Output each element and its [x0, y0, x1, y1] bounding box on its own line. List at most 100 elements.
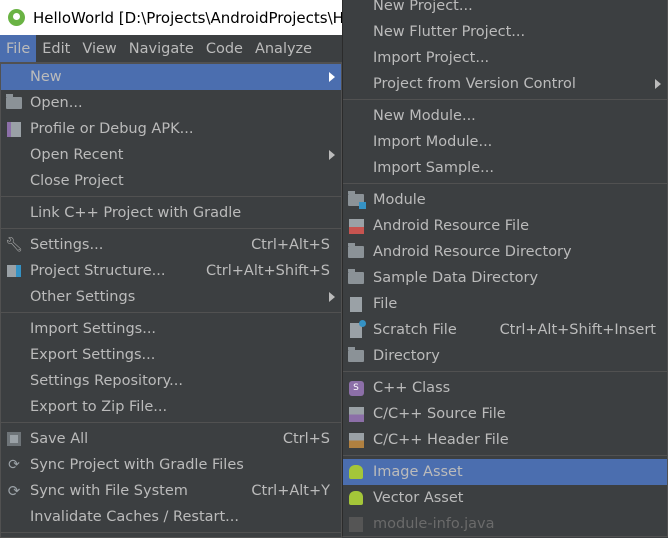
menu-item-profile-or-debug-apk[interactable]: Profile or Debug APK... — [1, 116, 341, 142]
submenu-arrow-icon — [329, 150, 335, 160]
menu-file[interactable]: File — [0, 35, 37, 62]
shortcut-label: Ctrl+Alt+Shift+S — [205, 263, 330, 279]
menu-item-label: Image Asset — [373, 464, 463, 480]
folder-icon — [347, 243, 365, 261]
menu-item-new[interactable]: New — [1, 64, 341, 90]
menu-item-project-from-version-control[interactable]: Project from Version Control — [343, 71, 667, 97]
menu-item-label: Import Settings... — [30, 321, 157, 337]
shortcut-label: Ctrl+Alt+Y — [251, 483, 330, 499]
menu-item-label: Invalidate Caches / Restart... — [30, 509, 239, 525]
menu-item-import-module[interactable]: Import Module... — [343, 129, 667, 155]
menu-item-image-asset[interactable]: Image Asset — [343, 459, 667, 485]
menu-item-import-project[interactable]: Import Project... — [343, 45, 667, 71]
android-studio-logo-icon — [8, 9, 25, 26]
menu-item-sync-project-with-gradle-files[interactable]: ⟳ Sync Project with Gradle Files — [1, 452, 341, 478]
menu-item-open-recent[interactable]: Open Recent — [1, 142, 341, 168]
submenu-arrow-icon — [329, 292, 335, 302]
menu-item-new-module[interactable]: New Module... — [343, 103, 667, 129]
shortcut-label: Ctrl+S — [282, 431, 330, 447]
menu-item-label: Project Structure... — [30, 263, 166, 279]
menu-item-sync-with-file-system[interactable]: ⟳ Sync with File System Ctrl+Alt+Y — [1, 478, 341, 504]
cpp-class-icon: S — [347, 379, 365, 397]
menu-item-new-flutter-project[interactable]: New Flutter Project... — [343, 19, 667, 45]
menu-item-label: Sync with File System — [30, 483, 188, 499]
menu-item-link-c-project-with-gradle[interactable]: Link C++ Project with Gradle — [1, 200, 341, 226]
apk-icon — [5, 120, 23, 138]
menu-item-new-project[interactable]: New Project... — [343, 0, 667, 19]
menu-item-scratch-file[interactable]: Scratch File Ctrl+Alt+Shift+Insert — [343, 317, 667, 343]
menu-item-module[interactable]: Module — [343, 187, 667, 213]
folder-icon — [347, 269, 365, 287]
file-icon — [347, 295, 365, 313]
menu-item-label: Scratch File — [373, 322, 457, 338]
cpp-source-icon — [347, 405, 365, 423]
menu-item-android-resource-file[interactable]: Android Resource File — [343, 213, 667, 239]
menu-item-settings[interactable]: 🔧︎ Settings... Ctrl+Alt+S — [1, 232, 341, 258]
menu-analyze[interactable]: Analyze — [249, 35, 318, 62]
menu-item-label: Close Project — [30, 173, 124, 189]
menu-item-label: Module — [373, 192, 426, 208]
menu-item-label: Import Module... — [373, 134, 493, 150]
menu-item-label: Export Settings... — [30, 347, 156, 363]
menu-item-save-all[interactable]: Save All Ctrl+S — [1, 426, 341, 452]
save-icon — [5, 430, 23, 448]
menu-item-label: Android Resource File — [373, 218, 530, 234]
menu-item-label: Link C++ Project with Gradle — [30, 205, 242, 221]
menu-item-settings-repository[interactable]: Settings Repository... — [1, 368, 341, 394]
menu-item-label: Open Recent — [30, 147, 124, 163]
menu-item-label: Save All — [30, 431, 89, 447]
menu-item-label: Directory — [373, 348, 440, 364]
menu-item-export-settings[interactable]: Export Settings... — [1, 342, 341, 368]
menu-item-open[interactable]: Open... — [1, 90, 341, 116]
menu-item-label: Import Project... — [373, 50, 490, 66]
menu-item-label: New Project... — [373, 0, 473, 14]
menu-item-close-project[interactable]: Close Project — [1, 168, 341, 194]
gradle-sync-icon: ⟳ — [8, 457, 20, 473]
menu-item-label: New Flutter Project... — [373, 24, 526, 40]
menu-item-label: Sync Project with Gradle Files — [30, 457, 244, 473]
menu-item-file[interactable]: File — [343, 291, 667, 317]
menu-bar: File Edit View Navigate Code Analyze — [0, 35, 345, 63]
menu-item-vector-asset[interactable]: Vector Asset — [343, 485, 667, 511]
menu-item-label: Open... — [30, 95, 83, 111]
java-file-icon — [347, 515, 365, 533]
shortcut-label: Ctrl+Alt+Shift+Insert — [499, 322, 656, 338]
shortcut-label: Ctrl+Alt+S — [251, 237, 330, 253]
menu-view[interactable]: View — [76, 35, 122, 62]
folder-open-icon — [5, 94, 23, 112]
resource-file-icon — [347, 217, 365, 235]
menu-edit[interactable]: Edit — [36, 35, 76, 62]
menu-item-c-c-source-file[interactable]: C/C++ Source File — [343, 401, 667, 427]
menu-item-label: Project from Version Control — [373, 76, 576, 92]
menu-navigate[interactable]: Navigate — [123, 35, 200, 62]
menu-item-label: C/C++ Header File — [373, 432, 509, 448]
menu-item-project-structure[interactable]: Project Structure... Ctrl+Alt+Shift+S — [1, 258, 341, 284]
menu-item-directory[interactable]: Directory — [343, 343, 667, 369]
new-submenu: New Project... New Flutter Project... Impo… — [342, 0, 668, 537]
submenu-arrow-icon — [329, 72, 335, 82]
android-icon — [347, 489, 365, 507]
wrench-icon: 🔧︎ — [5, 237, 23, 253]
cpp-header-icon — [347, 431, 365, 449]
menu-item-label: Vector Asset — [373, 490, 464, 506]
menu-item-label: Settings Repository... — [30, 373, 183, 389]
menu-item-label: New — [30, 69, 62, 85]
menu-separator — [1, 532, 341, 536]
window-title: HelloWorld [D:\Projects\AndroidProjects\… — [33, 8, 344, 27]
menu-item-other-settings[interactable]: Other Settings — [1, 284, 341, 310]
menu-item-sample-data-directory[interactable]: Sample Data Directory — [343, 265, 667, 291]
menu-code[interactable]: Code — [200, 35, 249, 62]
scratch-file-icon — [347, 319, 366, 339]
menu-item-import-sample[interactable]: Import Sample... — [343, 155, 667, 181]
menu-item-c-c-header-file[interactable]: C/C++ Header File — [343, 427, 667, 453]
menu-item-android-resource-directory[interactable]: Android Resource Directory — [343, 239, 667, 265]
project-structure-icon — [5, 262, 23, 280]
file-menu: New Open... Profile or Debug APK... Open Re… — [0, 63, 342, 538]
menu-item-label: Profile or Debug APK... — [30, 121, 194, 137]
menu-item-label: Import Sample... — [373, 160, 494, 176]
menu-item-import-settings[interactable]: Import Settings... — [1, 316, 341, 342]
menu-item-c-class[interactable]: S C++ Class — [343, 375, 667, 401]
menu-item-invalidate-caches-restart[interactable]: Invalidate Caches / Restart... — [1, 504, 341, 530]
sync-icon: ⟳ — [7, 482, 21, 500]
menu-item-export-to-zip-file[interactable]: Export to Zip File... — [1, 394, 341, 420]
